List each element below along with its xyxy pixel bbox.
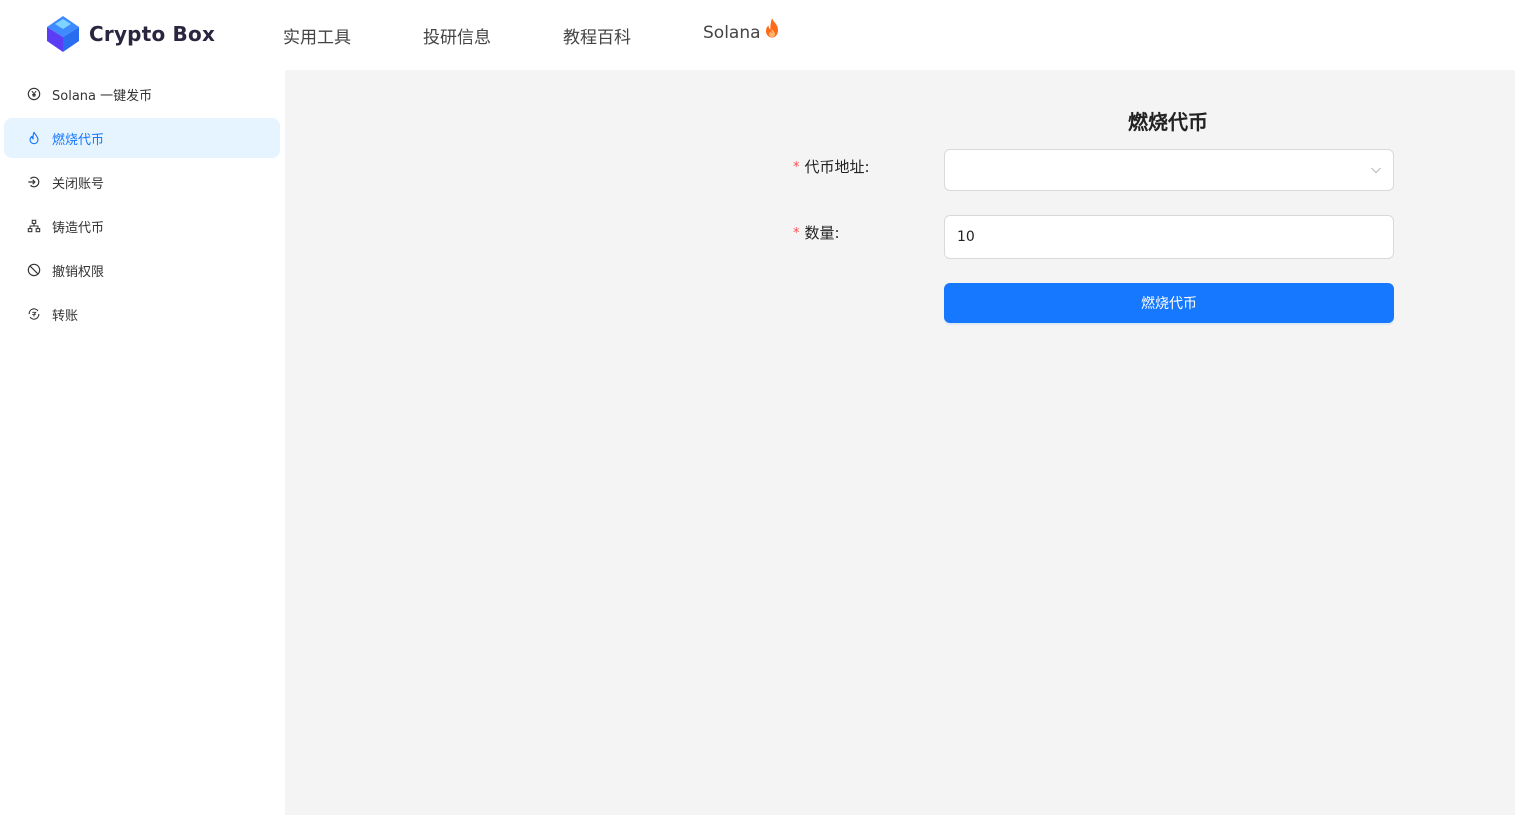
burn-token-button[interactable]: 燃烧代币 bbox=[944, 283, 1394, 323]
sidebar-item-close-account[interactable]: 关闭账号 bbox=[4, 162, 280, 202]
sidebar-item-label: 铸造代币 bbox=[52, 220, 105, 236]
nav-item-solana[interactable]: Solana bbox=[703, 18, 781, 44]
sidebar-item-label: 撤销权限 bbox=[52, 264, 105, 280]
sidebar-item-burn-token[interactable]: 燃烧代币 bbox=[4, 118, 280, 158]
amount-input[interactable] bbox=[944, 215, 1394, 259]
main-content: 燃烧代币 * 代币地址: * 数量: 燃烧代币 bbox=[285, 70, 1515, 815]
sidebar-item-revoke-authority[interactable]: 撤销权限 bbox=[4, 250, 280, 290]
logout-circle-icon bbox=[26, 174, 42, 190]
token-address-label: * 代币地址: bbox=[793, 156, 870, 177]
required-mark: * bbox=[793, 226, 800, 241]
nav-item-tools[interactable]: 实用工具 bbox=[283, 23, 351, 48]
sidebar: Solana 一键发币 燃烧代币 关闭账号 铸造代币 撤销权限 转账 bbox=[0, 70, 285, 815]
logo-text: Crypto Box bbox=[89, 22, 216, 46]
yuan-circle-icon bbox=[26, 86, 42, 102]
sidebar-item-solana-launch[interactable]: Solana 一键发币 bbox=[4, 74, 280, 114]
amount-label: * 数量: bbox=[793, 222, 840, 243]
crypto-box-logo-icon bbox=[47, 16, 79, 52]
chevron-down-icon bbox=[1371, 167, 1381, 174]
form-title: 燃烧代币 bbox=[1128, 110, 1208, 134]
sidebar-item-label: 燃烧代币 bbox=[52, 132, 105, 148]
sidebar-item-transfer[interactable]: 转账 bbox=[4, 294, 280, 334]
fire-icon bbox=[26, 130, 42, 146]
transfer-circle-icon bbox=[26, 306, 42, 322]
logo[interactable]: Crypto Box bbox=[44, 15, 215, 53]
token-address-select[interactable] bbox=[944, 149, 1394, 191]
top-header: Crypto Box 实用工具 投研信息 教程百科 Solana bbox=[0, 0, 1515, 70]
hierarchy-icon bbox=[26, 218, 42, 234]
nav-item-research[interactable]: 投研信息 bbox=[423, 23, 491, 48]
stop-icon bbox=[26, 262, 42, 278]
sidebar-item-label: Solana 一键发币 bbox=[52, 88, 153, 104]
sidebar-item-label: 转账 bbox=[52, 308, 79, 324]
required-mark: * bbox=[793, 160, 800, 175]
nav-item-solana-label: Solana bbox=[703, 23, 761, 43]
amount-label-text: 数量: bbox=[804, 224, 840, 242]
nav-item-tutorials[interactable]: 教程百科 bbox=[563, 23, 631, 48]
token-address-label-text: 代币地址: bbox=[804, 158, 870, 176]
sidebar-item-mint-token[interactable]: 铸造代币 bbox=[4, 206, 280, 246]
flame-icon bbox=[763, 17, 781, 44]
sidebar-item-label: 关闭账号 bbox=[52, 176, 105, 192]
